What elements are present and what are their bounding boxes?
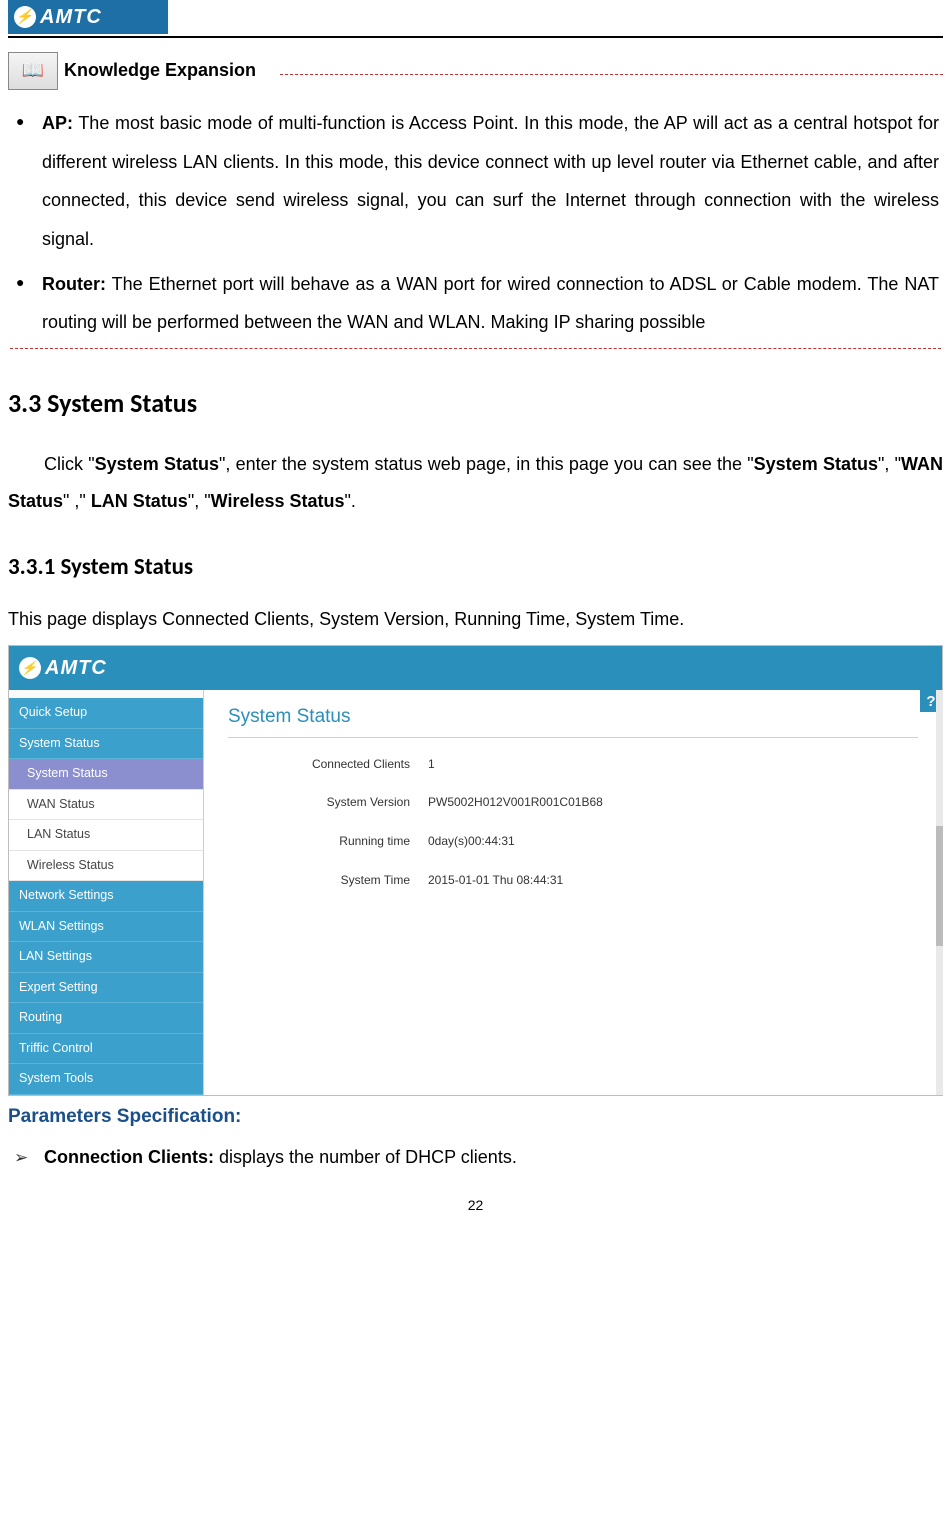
ui-main: ? System Status Connected Clients 1 Syst… bbox=[204, 690, 942, 1095]
label: Connected Clients bbox=[228, 756, 428, 773]
params-list: Connection Clients: displays the number … bbox=[8, 1140, 943, 1174]
param-text: displays the number of DHCP clients. bbox=[219, 1147, 517, 1167]
bolt-icon: ⚡ bbox=[14, 6, 36, 28]
sidebar-item-lan-settings[interactable]: LAN Settings bbox=[9, 942, 203, 973]
sidebar-item-expert-setting[interactable]: Expert Setting bbox=[9, 973, 203, 1004]
ui-brand: AMTC bbox=[45, 654, 107, 682]
param-item-connection-clients: Connection Clients: displays the number … bbox=[44, 1140, 943, 1174]
sidebar-sub-system-status[interactable]: System Status bbox=[9, 759, 203, 790]
ui-topbar: ⚡ AMTC bbox=[9, 646, 942, 690]
scrollbar-thumb[interactable] bbox=[936, 826, 943, 946]
sidebar-sub-lan-status[interactable]: LAN Status bbox=[9, 820, 203, 851]
t: " ," bbox=[63, 491, 91, 511]
sidebar: Quick Setup System Status System Status … bbox=[9, 690, 204, 1095]
t: LAN Status bbox=[91, 491, 188, 511]
section-intro: Click "System Status", enter the system … bbox=[8, 446, 943, 522]
value: PW5002H012V001R001C01B68 bbox=[428, 794, 603, 811]
brand-header: ⚡ AMTC bbox=[8, 0, 168, 34]
dashed-divider bbox=[280, 74, 943, 75]
param-label: Connection Clients: bbox=[44, 1147, 214, 1167]
brand-text: AMTC bbox=[40, 3, 102, 31]
section-heading: 3.3 System Status bbox=[8, 385, 943, 421]
knowledge-list: AP: The most basic mode of multi-functio… bbox=[8, 104, 943, 342]
sidebar-item-traffic-control[interactable]: Triffic Control bbox=[9, 1034, 203, 1065]
t: System Status bbox=[95, 454, 219, 474]
t: ", " bbox=[878, 454, 901, 474]
knowledge-item-router: Router: The Ethernet port will behave as… bbox=[42, 265, 939, 342]
t: System Status bbox=[754, 454, 878, 474]
label: Running time bbox=[228, 833, 428, 850]
sidebar-item-system-status[interactable]: System Status bbox=[9, 729, 203, 760]
row-system-version: System Version PW5002H012V001R001C01B68 bbox=[228, 794, 918, 811]
bullet-text: The most basic mode of multi-function is… bbox=[42, 113, 939, 249]
knowledge-title: Knowledge Expansion bbox=[64, 58, 256, 83]
value: 0day(s)00:44:31 bbox=[428, 833, 515, 850]
page-number: 22 bbox=[8, 1196, 943, 1216]
t: Wireless Status bbox=[211, 491, 345, 511]
sidebar-sub-wireless-status[interactable]: Wireless Status bbox=[9, 851, 203, 882]
bullet-label: Router: bbox=[42, 274, 106, 294]
sidebar-item-system-tools[interactable]: System Tools bbox=[9, 1064, 203, 1095]
row-system-time: System Time 2015-01-01 Thu 08:44:31 bbox=[228, 872, 918, 889]
sidebar-item-wlan-settings[interactable]: WLAN Settings bbox=[9, 912, 203, 943]
dashed-divider-full bbox=[10, 348, 941, 349]
book-icon: 📖 bbox=[8, 52, 58, 90]
bolt-icon: ⚡ bbox=[19, 657, 41, 679]
header-rule bbox=[8, 36, 943, 38]
params-title: Parameters Specification: bbox=[8, 1104, 943, 1131]
ui-main-title: System Status bbox=[228, 704, 918, 738]
row-running-time: Running time 0day(s)00:44:31 bbox=[228, 833, 918, 850]
embedded-ui: ⚡ AMTC Quick Setup System Status System … bbox=[8, 645, 943, 1096]
sidebar-sub-wan-status[interactable]: WAN Status bbox=[9, 790, 203, 821]
t: ", enter the system status web page, in … bbox=[219, 454, 754, 474]
t: ", " bbox=[188, 491, 211, 511]
value: 2015-01-01 Thu 08:44:31 bbox=[428, 872, 563, 889]
sidebar-item-quick-setup[interactable]: Quick Setup bbox=[9, 698, 203, 729]
sidebar-item-routing[interactable]: Routing bbox=[9, 1003, 203, 1034]
row-connected-clients: Connected Clients 1 bbox=[228, 756, 918, 773]
knowledge-item-ap: AP: The most basic mode of multi-functio… bbox=[42, 104, 939, 259]
bullet-text: The Ethernet port will behave as a WAN p… bbox=[42, 274, 939, 333]
subsection-heading: 3.3.1 System Status bbox=[8, 551, 943, 583]
t: ". bbox=[345, 491, 356, 511]
label: System Version bbox=[228, 794, 428, 811]
bullet-label: AP: bbox=[42, 113, 73, 133]
sidebar-item-network-settings[interactable]: Network Settings bbox=[9, 881, 203, 912]
subsection-desc: This page displays Connected Clients, Sy… bbox=[8, 601, 943, 639]
value: 1 bbox=[428, 756, 435, 773]
t: Click " bbox=[44, 454, 95, 474]
label: System Time bbox=[228, 872, 428, 889]
